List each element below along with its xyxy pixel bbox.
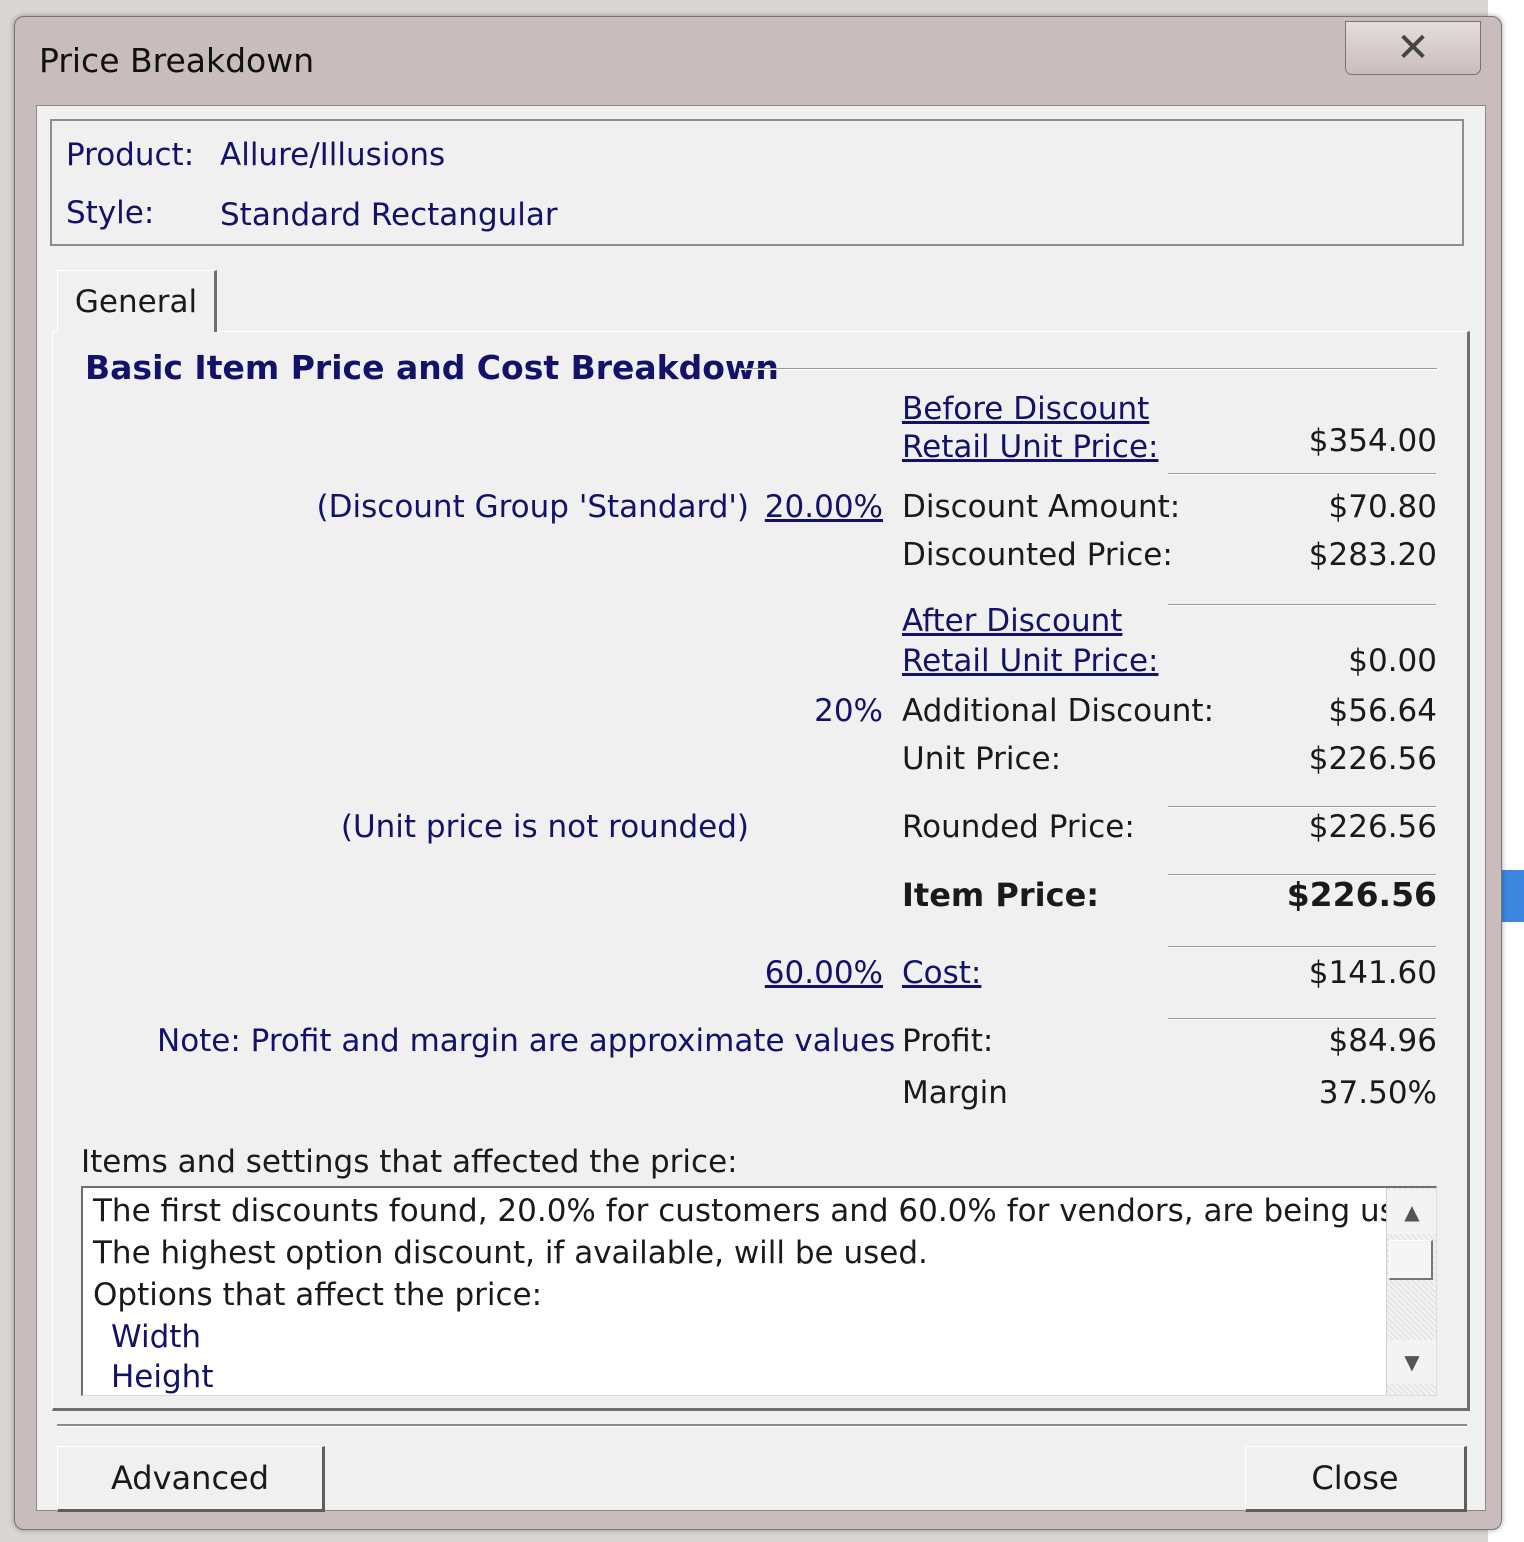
after-discount-value: $0.00 bbox=[1348, 643, 1437, 679]
item-price-value: $226.56 bbox=[1286, 875, 1437, 914]
affected-items-label: Items and settings that affected the pri… bbox=[81, 1144, 738, 1180]
item-price-label: Item Price: bbox=[902, 876, 1100, 914]
rounding-note: (Unit price is not rounded) bbox=[340, 809, 749, 845]
style-value: Standard Rectangular bbox=[220, 197, 558, 233]
scroll-down-icon: ▼ bbox=[1404, 1350, 1420, 1374]
style-label: Style: bbox=[66, 195, 155, 231]
cost-percent-link[interactable]: 60.00% bbox=[737, 954, 883, 992]
discounted-price-label: Discounted Price: bbox=[902, 537, 1173, 573]
scroll-down-button[interactable]: ▼ bbox=[1387, 1340, 1436, 1384]
discount-group-note: (Discount Group 'Standard') bbox=[316, 489, 749, 525]
close-icon: ✕ bbox=[1396, 25, 1430, 71]
dialog-client-area: Product: Allure/Illusions Style: Standar… bbox=[36, 105, 1486, 1512]
tab-general-label: General bbox=[74, 283, 198, 320]
additional-discount-percent: 20% bbox=[814, 693, 883, 729]
discount-percent-link[interactable]: 20.00% bbox=[737, 488, 883, 526]
option-item-width: Width bbox=[111, 1319, 202, 1355]
rounded-price-value: $226.56 bbox=[1308, 809, 1437, 845]
scroll-thumb[interactable] bbox=[1389, 1240, 1433, 1280]
profit-margin-note: Note: Profit and margin are approximate … bbox=[157, 1023, 896, 1059]
profit-value: $84.96 bbox=[1328, 1023, 1437, 1059]
additional-discount-label: Additional Discount: bbox=[902, 693, 1215, 729]
before-discount-value: $354.00 bbox=[1308, 423, 1437, 459]
scroll-up-button[interactable]: ▲ bbox=[1387, 1190, 1436, 1234]
discount-amount-label: Discount Amount: bbox=[902, 489, 1181, 525]
note-line: The highest option discount, if availabl… bbox=[93, 1235, 928, 1271]
section-title: Basic Item Price and Cost Breakdown bbox=[85, 348, 779, 387]
after-discount-link-line2[interactable]: Retail Unit Price: bbox=[902, 642, 1158, 680]
before-discount-link-line1[interactable]: Before Discount bbox=[902, 390, 1149, 428]
note-line: The first discounts found, 20.0% for cus… bbox=[93, 1193, 1437, 1229]
product-label: Product: bbox=[66, 137, 195, 173]
separator bbox=[1168, 1018, 1436, 1020]
price-breakdown-dialog: Price Breakdown ✕ Product: Allure/Illusi… bbox=[14, 16, 1502, 1530]
rounded-price-label: Rounded Price: bbox=[902, 809, 1135, 845]
close-window-button[interactable]: ✕ bbox=[1345, 21, 1481, 75]
unit-price-value: $226.56 bbox=[1308, 741, 1437, 777]
separator bbox=[1168, 946, 1436, 948]
product-info-box: Product: Allure/Illusions Style: Standar… bbox=[50, 119, 1464, 246]
cost-value: $141.60 bbox=[1308, 955, 1437, 991]
after-discount-link-line1[interactable]: After Discount bbox=[902, 602, 1122, 640]
margin-value: 37.50% bbox=[1318, 1075, 1437, 1111]
product-value: Allure/Illusions bbox=[220, 137, 446, 173]
note-line: Options that affect the price: bbox=[93, 1277, 543, 1313]
notes-scrollbar[interactable]: ▲ ▼ bbox=[1386, 1188, 1436, 1395]
cost-link[interactable]: Cost: bbox=[902, 954, 981, 992]
close-button-label: Close bbox=[1311, 1459, 1399, 1497]
section-divider bbox=[739, 368, 1437, 370]
unit-price-label: Unit Price: bbox=[902, 741, 1062, 777]
affected-items-textbox[interactable]: The first discounts found, 20.0% for cus… bbox=[81, 1186, 1437, 1396]
discounted-price-value: $283.20 bbox=[1308, 537, 1437, 573]
profit-label: Profit: bbox=[902, 1023, 994, 1059]
separator bbox=[1168, 604, 1436, 606]
additional-discount-value: $56.64 bbox=[1328, 693, 1437, 729]
discount-amount-value: $70.80 bbox=[1328, 489, 1437, 525]
separator bbox=[1168, 473, 1436, 475]
close-button[interactable]: Close bbox=[1245, 1446, 1467, 1512]
advanced-button-label: Advanced bbox=[110, 1459, 270, 1497]
scroll-up-icon: ▲ bbox=[1404, 1200, 1420, 1224]
option-item-height: Height bbox=[111, 1359, 214, 1395]
dialog-title: Price Breakdown bbox=[39, 41, 315, 80]
advanced-button[interactable]: Advanced bbox=[57, 1446, 325, 1512]
tab-general[interactable]: General bbox=[57, 270, 217, 332]
margin-label: Margin bbox=[902, 1075, 1008, 1111]
before-discount-link-line2[interactable]: Retail Unit Price: bbox=[902, 428, 1158, 466]
footer-divider bbox=[57, 1424, 1467, 1427]
